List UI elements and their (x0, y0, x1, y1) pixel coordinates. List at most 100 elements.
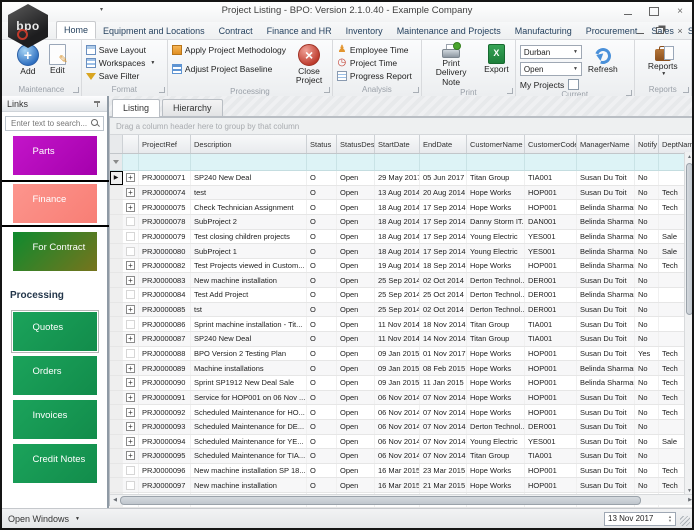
ribbon-tab-inventory[interactable]: Inventory (339, 23, 390, 39)
close-project-button[interactable]: × Close Project (288, 43, 330, 87)
ribbon-tab-contract[interactable]: Contract (212, 23, 260, 39)
expand-plus-icon[interactable]: + (126, 437, 135, 446)
edit-button[interactable]: ✎ Edit (45, 43, 70, 76)
progress-report-button[interactable]: Progress Report (337, 71, 412, 81)
expand-plus-icon[interactable]: + (126, 378, 135, 387)
column-header-status[interactable]: Status (307, 135, 337, 153)
grid-row[interactable]: +PRJ0000090Sprint SP1912 New Deal SaleOO… (110, 376, 694, 391)
grid-row[interactable]: +PRJ0000092Scheduled Maintenance for HO.… (110, 405, 694, 420)
column-header-statusdesc[interactable]: StatusDesc (337, 135, 375, 153)
dialog-launcher-icon[interactable] (413, 87, 419, 93)
horizontal-scroll-thumb[interactable] (120, 496, 641, 505)
grid-row[interactable]: ▶+PRJ0000071SP240 New DealOOpen29 May 20… (110, 171, 694, 186)
dialog-launcher-icon[interactable] (683, 87, 689, 93)
expand-plus-icon[interactable]: + (126, 364, 135, 373)
vertical-scroll-thumb[interactable] (686, 163, 693, 315)
date-picker[interactable]: 13 Nov 2017 ▲▼ (604, 512, 676, 526)
ribbon-tab-equipment-and-locations[interactable]: Equipment and Locations (96, 23, 212, 39)
grid-row[interactable]: PRJ0000096New machine installation SP 18… (110, 464, 694, 479)
open-windows-button[interactable]: Open Windows ▼ (8, 514, 80, 524)
sidebar-tile-invoices[interactable]: Invoices (2, 400, 107, 439)
expand-plus-icon[interactable]: + (126, 276, 135, 285)
sidebar-tile-parts[interactable]: Parts (2, 136, 107, 175)
sidebar-tile-orders[interactable]: Orders (2, 356, 107, 395)
filter-cell-projectref[interactable] (139, 154, 191, 170)
grid-row[interactable]: PRJ0000097New machine installationOOpen1… (110, 478, 694, 493)
employee-time-button[interactable]: ♟Employee Time (337, 45, 412, 55)
status-dropdown[interactable]: Open▼ (520, 62, 582, 76)
search-icon[interactable] (91, 119, 100, 128)
grid-row[interactable]: +PRJ0000087SP240 New DealOOpen11 Nov 201… (110, 332, 694, 347)
doc-restore-icon[interactable] (654, 25, 666, 36)
print-delivery-note-button[interactable]: Print Delivery Note (424, 43, 478, 88)
filter-cell-status[interactable] (307, 154, 337, 170)
filter-cell-enddate[interactable] (420, 154, 467, 170)
sidebar-tile-credit-notes[interactable]: Credit Notes (2, 444, 107, 483)
column-header-projectref[interactable]: ProjectRef (139, 135, 191, 153)
ribbon-tab-finance-and-hr[interactable]: Finance and HR (260, 23, 339, 39)
expand-plus-icon[interactable]: + (126, 393, 135, 402)
tab-hierarchy[interactable]: Hierarchy (162, 99, 223, 116)
column-header-customercode[interactable]: CustomerCode (525, 135, 577, 153)
scroll-left-icon[interactable]: ◀ (110, 497, 120, 503)
grid-row[interactable]: +PRJ0000074testOOpen13 Aug 201420 Aug 20… (110, 186, 694, 201)
grid-row[interactable]: PRJ0000080SubProject 1OOpen18 Aug 201417… (110, 244, 694, 259)
grid-row[interactable]: +PRJ0000091Service for HOP001 on 06 Nov … (110, 391, 694, 406)
grid-row[interactable]: PRJ0000086Sprint machine installation - … (110, 317, 694, 332)
grid-row[interactable]: +PRJ0000085tstOOpen25 Sep 201402 Oct 201… (110, 303, 694, 318)
column-header-deptname[interactable]: DeptName (659, 135, 694, 153)
grid-row[interactable]: +PRJ0000082Test Projects viewed in Custo… (110, 259, 694, 274)
ribbon-tab-manufacturing[interactable]: Manufacturing (508, 23, 579, 39)
dialog-launcher-icon[interactable] (507, 88, 513, 94)
adjust-project-baseline-button[interactable]: Adjust Project Baseline (172, 64, 286, 74)
grid-row[interactable]: +PRJ0000083New machine installationOOpen… (110, 273, 694, 288)
expand-plus-icon[interactable]: + (126, 451, 135, 460)
scroll-right-icon[interactable]: ▶ (685, 497, 694, 503)
sidebar-tile-finance[interactable]: Finance (2, 184, 107, 223)
reports-button[interactable]: Reports ▼ (644, 43, 682, 79)
my-projects-checkbox[interactable] (568, 79, 579, 90)
filter-cell-customercode[interactable] (525, 154, 577, 170)
grid-row[interactable]: PRJ0000078SubProject 2OOpen18 Aug 201417… (110, 215, 694, 230)
apply-project-methodology-button[interactable]: Apply Project Methodology (172, 45, 286, 55)
grid-row[interactable]: PRJ0000079Test closing children projects… (110, 230, 694, 245)
expand-plus-icon[interactable]: + (126, 261, 135, 270)
save-filter-button[interactable]: Save Filter (86, 71, 156, 81)
ribbon-tab-home[interactable]: Home (56, 21, 96, 39)
close-button[interactable]: × (672, 4, 688, 18)
expand-plus-icon[interactable]: + (126, 305, 135, 314)
column-header-notify[interactable]: Notify (635, 135, 659, 153)
pin-icon[interactable] (93, 99, 102, 108)
tab-listing[interactable]: Listing (112, 99, 160, 117)
horizontal-scrollbar[interactable]: ◀ ▶ (110, 494, 694, 505)
dialog-launcher-icon[interactable] (159, 87, 165, 93)
vertical-scrollbar[interactable]: ▲ ▼ (684, 152, 694, 496)
refresh-button[interactable]: Refresh (584, 47, 622, 75)
expand-plus-icon[interactable]: + (126, 188, 135, 197)
resize-grip[interactable] (680, 516, 690, 526)
column-header-startdate[interactable]: StartDate (375, 135, 420, 153)
grid-row[interactable]: +PRJ0000093Scheduled Maintenance for DE.… (110, 420, 694, 435)
expand-plus-icon[interactable]: + (126, 203, 135, 212)
filter-cell-startdate[interactable] (375, 154, 420, 170)
export-button[interactable]: X Export (480, 43, 513, 75)
expand-plus-icon[interactable]: + (126, 173, 135, 182)
search-input[interactable] (9, 118, 91, 129)
maximize-button[interactable] (646, 4, 662, 18)
column-header-managername[interactable]: ManagerName (577, 135, 635, 153)
filter-cell-customername[interactable] (467, 154, 525, 170)
filter-cell-statusdesc[interactable] (337, 154, 375, 170)
add-button[interactable]: + Add (13, 43, 43, 77)
column-header-enddate[interactable]: EndDate (420, 135, 467, 153)
sidebar-tile-for-contract[interactable]: For Contract (2, 232, 107, 271)
workspaces-button[interactable]: Workspaces▼ (86, 58, 156, 68)
expand-plus-icon[interactable]: + (126, 408, 135, 417)
spin-down-icon[interactable]: ▼ (668, 519, 672, 523)
branch-dropdown[interactable]: Durban▼ (520, 45, 582, 59)
minimize-button[interactable] (620, 4, 636, 18)
dialog-launcher-icon[interactable] (324, 87, 330, 93)
scroll-up-icon[interactable]: ▲ (685, 152, 694, 162)
column-header-description[interactable]: Description (191, 135, 307, 153)
grid-row[interactable]: PRJ0000088BPO Version 2 Testing PlanOOpe… (110, 347, 694, 362)
expand-plus-icon[interactable]: + (126, 422, 135, 431)
